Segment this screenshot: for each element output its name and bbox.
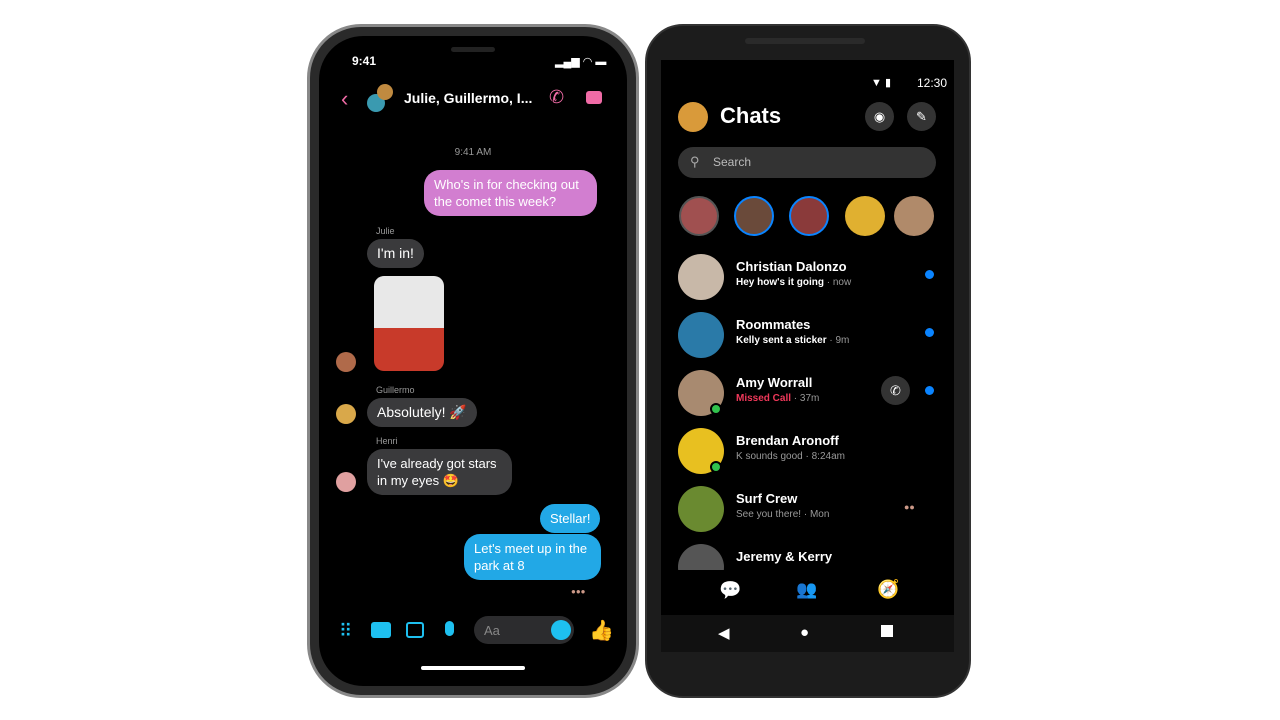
message-outgoing[interactable]: Let's meet up in the park at 8 (464, 534, 601, 580)
chat-name: Roommates (736, 317, 811, 332)
home-icon[interactable]: ● (800, 624, 809, 641)
speaker (745, 38, 865, 44)
chat-row[interactable]: Roommates Kelly sent a sticker · 9m (661, 308, 954, 366)
recents-icon[interactable] (881, 625, 893, 637)
seen-avatars: ●● (904, 502, 915, 512)
camera-icon[interactable] (371, 622, 391, 638)
system-nav: ◀ ● (661, 615, 954, 652)
story[interactable] (734, 196, 774, 236)
active-contact[interactable] (845, 196, 885, 236)
your-story[interactable] (679, 196, 719, 236)
message-incoming[interactable]: Absolutely! 🚀 (367, 398, 477, 427)
profile-avatar[interactable] (678, 102, 708, 132)
active-contact[interactable] (894, 196, 934, 236)
read-receipts: ●●● (571, 587, 586, 596)
chats-icon[interactable]: 💬 (719, 580, 741, 601)
status-time: 12:30 (917, 76, 948, 90)
search-placeholder: Search (713, 155, 752, 169)
pug-3d-glasses-popcorn-sticker[interactable] (374, 276, 444, 371)
search-input[interactable]: ⚲ Search (678, 147, 936, 178)
page-title: Chats (720, 103, 782, 128)
chat-row[interactable]: Christian Dalonzo Hey how's it going · no… (661, 250, 954, 308)
chat-preview: Kelly sent a sticker · 9m (736, 335, 850, 346)
search-icon: ⚲ (690, 154, 700, 169)
home-indicator[interactable] (421, 666, 525, 670)
sender-name: Julie (376, 226, 395, 236)
camera-icon[interactable]: ◉ (865, 102, 894, 131)
people-icon[interactable]: 👥 (796, 580, 817, 600)
status-icons: ▂▄▆ ◠ ▬ (555, 56, 607, 68)
call-back-button[interactable]: ✆ (881, 376, 910, 405)
chat-preview: Missed Call · 37m (736, 393, 820, 404)
input-placeholder: Aa (484, 623, 500, 638)
message-incoming[interactable]: I've already got stars in my eyes 🤩 (367, 449, 512, 495)
image-icon[interactable] (406, 622, 424, 638)
unread-dot (925, 270, 934, 279)
chat-row[interactable]: Surf Crew See you there! · Mon ●● (661, 482, 954, 540)
avatar (678, 312, 724, 358)
chat-name: Brendan Aronoff (736, 433, 839, 448)
chat-row[interactable]: Brendan Aronoff K sounds good · 8:24am (661, 424, 954, 482)
avatar (678, 486, 724, 532)
sender-name: Guillermo (376, 385, 415, 395)
microphone-icon[interactable] (445, 621, 454, 636)
compose-icon[interactable]: ✎ (907, 102, 936, 131)
emoji-icon[interactable] (551, 620, 571, 640)
message-incoming[interactable]: I'm in! (367, 239, 424, 268)
chat-name: Christian Dalonzo (736, 259, 847, 274)
back-icon[interactable]: ◀ (718, 624, 730, 642)
chat-name: Surf Crew (736, 491, 798, 506)
chat-name: Jeremy & Kerry (736, 549, 833, 564)
bottom-nav: 💬 👥 🧭 (661, 570, 954, 615)
sender-name: Henri (376, 436, 398, 446)
unread-dot (925, 386, 934, 395)
online-indicator (710, 461, 722, 473)
chat-row[interactable]: Amy Worrall Missed Call · 37m ✆ (661, 366, 954, 424)
avatar (678, 254, 724, 300)
phone-icon[interactable]: ✆ (549, 87, 564, 108)
message-outgoing[interactable]: Stellar! (540, 504, 601, 533)
thumbs-up-icon[interactable]: 👍 (589, 618, 614, 643)
video-camera-icon[interactable] (586, 91, 602, 104)
status-icons: ▼ ▮ (871, 77, 891, 89)
timestamp: 9:41 AM (454, 147, 492, 158)
group-avatar-2 (377, 84, 393, 100)
chat-preview: K sounds good · 8:24am (736, 451, 845, 462)
chevron-left-icon[interactable]: ‹ (341, 86, 348, 112)
grid-icon[interactable]: ⠿ (339, 621, 352, 642)
avatar-guillermo (336, 404, 356, 424)
story[interactable] (789, 196, 829, 236)
avatar-julie (336, 352, 356, 372)
status-time: 9:41 (352, 54, 377, 68)
message-input[interactable]: Aa (474, 616, 574, 644)
chat-name: Amy Worrall (736, 375, 813, 390)
online-indicator (710, 403, 722, 415)
conversation-screen: 9:41 ▂▄▆ ◠ ▬ ‹ Julie, Guillermo, I... ✆ … (319, 36, 627, 686)
unread-dot (925, 328, 934, 337)
chat-preview: Hey how's it going · now (736, 277, 852, 288)
conversation-title[interactable]: Julie, Guillermo, I... (404, 90, 532, 106)
chats-screen: ▼ ▮ 12:30 Chats ◉ ✎ ⚲ Search Christian D… (661, 60, 954, 652)
speaker (451, 47, 495, 52)
discover-icon[interactable]: 🧭 (877, 579, 899, 600)
avatar-henri (336, 472, 356, 492)
chat-preview: See you there! · Mon (736, 509, 830, 520)
message-outgoing[interactable]: Who's in for checking out the comet this… (424, 170, 597, 216)
